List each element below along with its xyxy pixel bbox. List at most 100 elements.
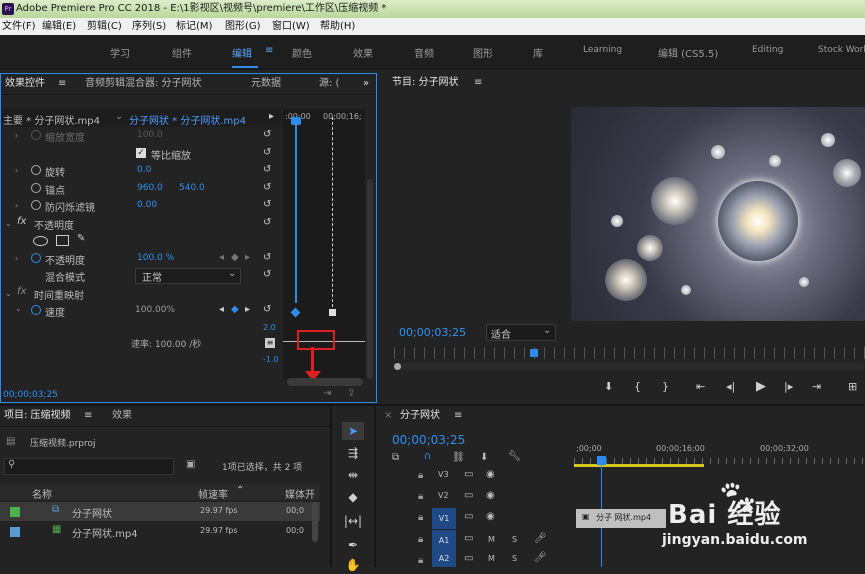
program-zoom-bar[interactable] bbox=[394, 363, 865, 370]
eye-icon[interactable]: ◉ bbox=[486, 511, 495, 522]
pen-tool-icon[interactable]: ✒ bbox=[342, 536, 364, 554]
workspace-editing-en[interactable]: Editing bbox=[752, 45, 783, 55]
selection-tool-icon[interactable]: ➤ bbox=[342, 422, 364, 440]
workspace-cs55[interactable]: 编辑 (CS5.5) bbox=[658, 45, 718, 60]
rotation-value[interactable]: 0.0 bbox=[137, 165, 151, 175]
panel-menu-icon[interactable]: ≡ bbox=[84, 406, 92, 426]
sync-lock-icon[interactable]: ▭ bbox=[464, 511, 473, 522]
microphone-icon[interactable]: 🎤︎ bbox=[534, 552, 547, 563]
go-to-out-icon[interactable]: ⇥ bbox=[812, 380, 821, 393]
list-item[interactable]: ⧉ 分子网状 29.97 fps 00;0 bbox=[0, 502, 320, 521]
expand-icon[interactable]: › bbox=[15, 201, 18, 210]
graph-toggle-icon[interactable]: ≡ bbox=[265, 338, 275, 348]
column-media[interactable]: 媒体开 bbox=[285, 486, 315, 501]
rectangle-mask-icon[interactable] bbox=[56, 235, 69, 246]
vertical-divider[interactable] bbox=[374, 406, 376, 567]
mark-in-icon[interactable]: { bbox=[634, 380, 641, 393]
vertical-divider[interactable] bbox=[330, 406, 332, 567]
play-icon[interactable]: ▶ bbox=[756, 379, 766, 394]
export-icon[interactable]: ⇥ bbox=[323, 388, 331, 399]
program-title[interactable]: 节目: 分子网状 bbox=[392, 73, 459, 93]
track-label[interactable]: V2 bbox=[438, 491, 449, 500]
ripple-edit-tool-icon[interactable]: ⇹ bbox=[342, 466, 364, 484]
label-color-swatch[interactable] bbox=[10, 527, 20, 537]
tab-effects[interactable]: 效果 bbox=[112, 406, 132, 426]
hand-tool-icon[interactable]: ✋ bbox=[342, 556, 364, 574]
tab-metadata[interactable]: 元数据 bbox=[251, 74, 281, 94]
list-item[interactable]: ▦ 分子网状.mp4 29.97 fps 00;0 bbox=[0, 522, 320, 541]
ec-playhead[interactable] bbox=[295, 123, 297, 303]
snap-icon[interactable]: ∩ bbox=[424, 451, 431, 462]
go-to-in-icon[interactable]: ⇤ bbox=[696, 380, 705, 393]
add-marker-icon[interactable]: ⬇ bbox=[604, 380, 613, 393]
workspace-color[interactable]: 颜色 bbox=[292, 45, 312, 60]
tab-project[interactable]: 项目: 压缩视频 bbox=[4, 406, 71, 426]
program-ruler[interactable] bbox=[394, 347, 865, 359]
workspace-learning[interactable]: Learning bbox=[583, 45, 622, 55]
program-timecode[interactable]: 00;00;03;25 bbox=[399, 326, 466, 339]
sync-lock-icon[interactable]: ▭ bbox=[464, 553, 473, 564]
workspace-effects[interactable]: 效果 bbox=[353, 45, 373, 60]
ec-playhead-handle[interactable] bbox=[291, 117, 301, 125]
tab-effect-controls[interactable]: 效果控件 bbox=[5, 74, 45, 94]
workspace-learn[interactable]: 学习 bbox=[110, 45, 130, 60]
razor-tool-icon[interactable]: ◆ bbox=[342, 488, 364, 506]
nest-icon[interactable]: ⧉ bbox=[392, 452, 399, 463]
reset-icon[interactable]: ↺ bbox=[263, 218, 273, 228]
clip-dropdown-icon[interactable]: ⌄ bbox=[115, 111, 123, 122]
track-select-tool-icon[interactable]: ⇶ bbox=[342, 444, 364, 462]
fit-select[interactable]: 适合 ⌄ bbox=[486, 324, 556, 341]
prev-keyframe-icon[interactable]: ◂ bbox=[219, 252, 224, 263]
label-color-swatch[interactable] bbox=[10, 507, 20, 517]
ec-horizontal-scrollbar[interactable] bbox=[287, 378, 363, 386]
panel-menu-icon[interactable]: ≡ bbox=[58, 74, 66, 94]
lift-icon[interactable]: ⊞ bbox=[848, 380, 857, 393]
column-name[interactable]: 名称 bbox=[32, 486, 52, 501]
expand-icon[interactable]: › bbox=[15, 254, 18, 263]
project-search-input[interactable]: ⚲ bbox=[4, 458, 174, 475]
track-label[interactable]: A2 bbox=[432, 551, 456, 567]
collapse-icon[interactable]: ⌄ bbox=[15, 304, 22, 313]
stopwatch-icon[interactable] bbox=[31, 253, 41, 263]
stopwatch-icon[interactable] bbox=[31, 130, 41, 140]
reset-icon[interactable]: ↺ bbox=[263, 183, 273, 193]
share-icon[interactable]: ⇪ bbox=[347, 388, 355, 399]
workspace-stock[interactable]: Stock Work bbox=[818, 45, 865, 55]
lock-icon[interactable]: 🔒︎ bbox=[418, 491, 423, 502]
speed-keyframe-end[interactable] bbox=[329, 309, 336, 316]
menu-sequence[interactable]: 序列(S) bbox=[132, 18, 166, 35]
linked-selection-icon[interactable]: ⛓ bbox=[452, 452, 465, 463]
reset-icon[interactable]: ↺ bbox=[263, 305, 273, 315]
more-tabs-icon[interactable]: » bbox=[363, 74, 369, 94]
ellipse-mask-icon[interactable] bbox=[33, 236, 48, 246]
menu-edit[interactable]: 编辑(E) bbox=[42, 18, 76, 35]
workspace-assembly[interactable]: 组件 bbox=[172, 45, 192, 60]
uniform-scale-checkbox[interactable]: ✓ bbox=[136, 148, 146, 158]
ec-vertical-scrollbar[interactable] bbox=[367, 179, 373, 379]
slip-tool-icon[interactable]: |↔| bbox=[342, 512, 364, 530]
lock-icon[interactable]: 🔒︎ bbox=[418, 512, 423, 523]
timeline-ruler[interactable]: ;00;00 00;00;16;00 00;00;32;00 bbox=[574, 440, 865, 454]
next-keyframe-icon[interactable]: ▸ bbox=[245, 304, 250, 315]
active-clip-label[interactable]: 分子网状 * 分子网状.mp4 bbox=[129, 112, 246, 127]
track-label[interactable]: V1 bbox=[432, 508, 456, 529]
master-clip-label[interactable]: 主要 * 分子网状.mp4 bbox=[3, 112, 100, 127]
workspace-editing[interactable]: 编辑 bbox=[232, 45, 252, 60]
timeline-timecode[interactable]: 00;00;03;25 bbox=[392, 433, 465, 447]
scale-width-value[interactable]: 100.0 bbox=[137, 130, 163, 140]
ec-timecode[interactable]: 00;00;03;25 bbox=[3, 390, 58, 400]
menu-help[interactable]: 帮助(H) bbox=[320, 18, 355, 35]
track-label[interactable]: V3 bbox=[438, 470, 449, 479]
stopwatch-icon[interactable] bbox=[31, 183, 41, 193]
sync-lock-icon[interactable]: ▭ bbox=[464, 490, 473, 501]
pen-mask-icon[interactable]: ✎ bbox=[77, 233, 85, 244]
workspace-menu-icon[interactable]: ≡ bbox=[265, 45, 273, 56]
solo-button[interactable]: S bbox=[512, 535, 517, 544]
mark-out-icon[interactable]: } bbox=[662, 380, 669, 393]
video-clip[interactable]: ▣ 分子 网状.mp4 bbox=[576, 509, 666, 528]
lock-icon[interactable]: 🔒︎ bbox=[418, 534, 423, 545]
horizontal-divider[interactable] bbox=[0, 404, 865, 406]
menu-window[interactable]: 窗口(W) bbox=[272, 18, 310, 35]
stopwatch-icon[interactable] bbox=[31, 305, 41, 315]
stopwatch-icon[interactable] bbox=[31, 200, 41, 210]
